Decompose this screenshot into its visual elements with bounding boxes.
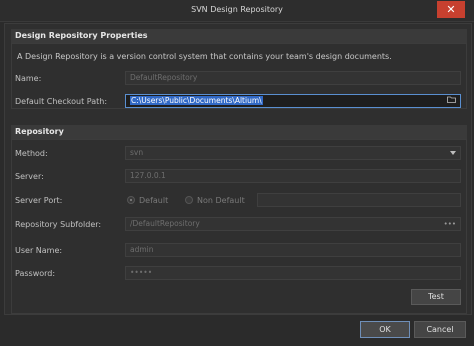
server-field[interactable]: 127.0.0.1 bbox=[125, 169, 461, 183]
name-value: DefaultRepository bbox=[130, 73, 198, 82]
folder-icon[interactable] bbox=[447, 95, 456, 107]
password-field[interactable]: ••••• bbox=[125, 266, 461, 280]
window-title: SVN Design Repository bbox=[191, 5, 283, 14]
method-value: svn bbox=[130, 148, 144, 157]
repository-section-header: Repository bbox=[11, 125, 467, 139]
checkout-path-field[interactable]: C:\Users\Public\Documents\Altium\ bbox=[125, 94, 461, 108]
method-select[interactable]: svn bbox=[125, 146, 461, 160]
test-button[interactable]: Test bbox=[411, 289, 461, 305]
checkout-path-value: C:\Users\Public\Documents\Altium\ bbox=[130, 96, 263, 105]
password-value: ••••• bbox=[130, 268, 153, 277]
port-default-radio[interactable] bbox=[127, 196, 135, 204]
server-port-label: Server Port: bbox=[15, 196, 63, 205]
username-label: User Name: bbox=[15, 246, 63, 255]
title-bar: SVN Design Repository ✕ bbox=[0, 0, 474, 22]
close-icon: ✕ bbox=[446, 3, 456, 16]
method-label: Method: bbox=[15, 149, 48, 158]
close-button[interactable]: ✕ bbox=[437, 1, 465, 18]
password-label: Password: bbox=[15, 269, 56, 278]
name-label: Name: bbox=[15, 74, 42, 83]
server-value: 127.0.0.1 bbox=[130, 171, 166, 180]
ok-button[interactable]: OK bbox=[360, 321, 410, 338]
server-port-field[interactable] bbox=[257, 193, 461, 207]
port-default-label: Default bbox=[139, 196, 169, 205]
dialog-body: Design Repository Properties A Design Re… bbox=[4, 23, 472, 315]
properties-description: A Design Repository is a version control… bbox=[17, 52, 392, 61]
port-nondefault-label: Non Default bbox=[197, 196, 245, 205]
name-field[interactable]: DefaultRepository bbox=[125, 71, 461, 85]
browse-icon[interactable]: ••• bbox=[444, 218, 456, 230]
cancel-button[interactable]: Cancel bbox=[414, 321, 466, 338]
server-label: Server: bbox=[15, 172, 44, 181]
subfolder-value: /DefaultRepository bbox=[130, 219, 200, 228]
properties-section-header: Design Repository Properties bbox=[11, 29, 467, 43]
chevron-down-icon bbox=[450, 147, 456, 159]
username-field[interactable]: admin bbox=[125, 243, 461, 257]
username-value: admin bbox=[130, 245, 154, 254]
subfolder-field[interactable]: /DefaultRepository ••• bbox=[125, 217, 461, 231]
subfolder-label: Repository Subfolder: bbox=[15, 220, 102, 229]
port-nondefault-radio[interactable] bbox=[185, 196, 193, 204]
checkout-path-label: Default Checkout Path: bbox=[15, 97, 108, 106]
